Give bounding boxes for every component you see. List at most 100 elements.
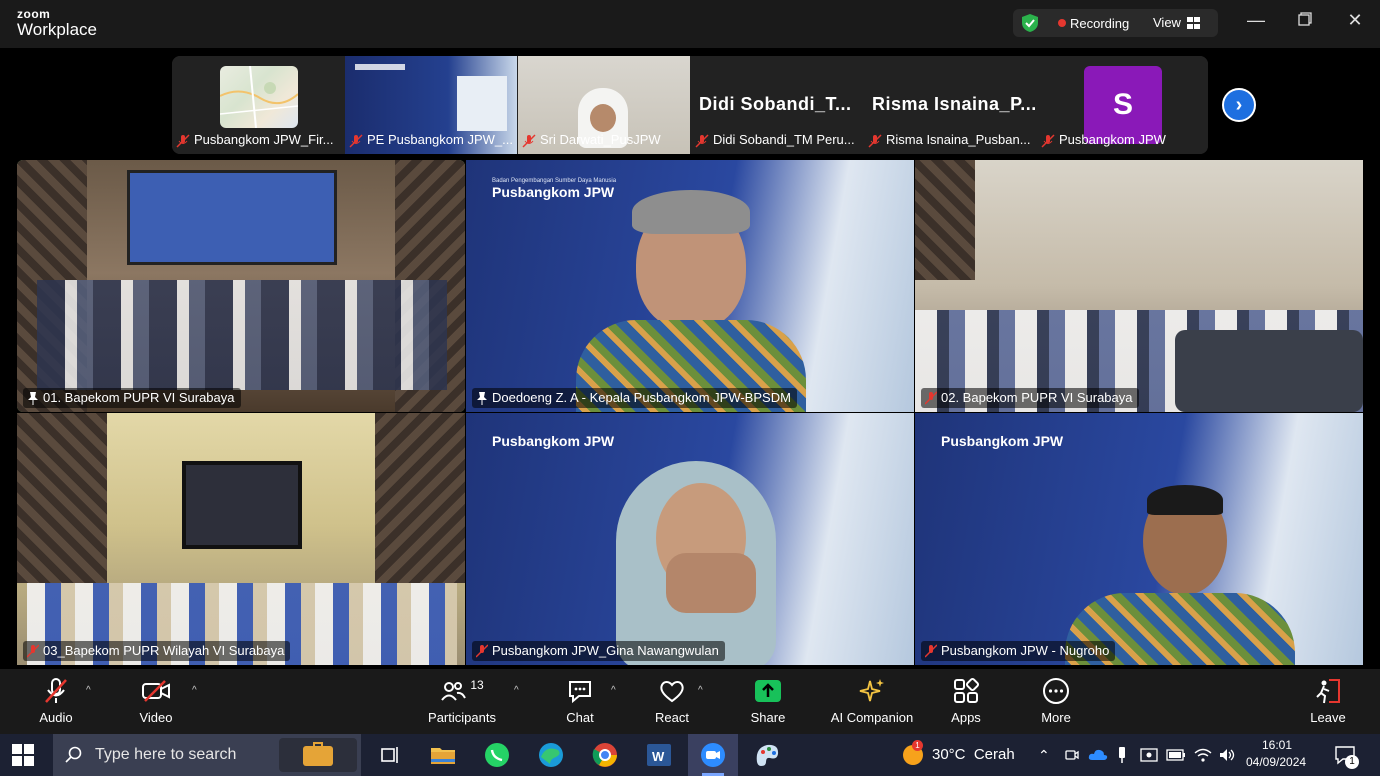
svg-text:W: W (652, 749, 665, 764)
onedrive-icon[interactable] (1088, 747, 1108, 763)
mic-off-icon (27, 644, 39, 658)
filmstrip-tile[interactable]: PE Pusbangkom JPW_... (345, 56, 517, 154)
minimize-icon[interactable]: — (1244, 10, 1268, 31)
word-icon[interactable]: W (644, 740, 674, 770)
apps-label: Apps (951, 710, 981, 725)
paint-icon[interactable] (752, 740, 782, 770)
tile-label-text: Pusbangkom JPW_Gina Nawangwulan (492, 643, 719, 658)
mic-muted-icon (45, 678, 67, 703)
restore-icon[interactable] (1293, 10, 1317, 31)
more-label: More (1041, 710, 1071, 725)
close-icon[interactable]: ✕ (1343, 10, 1367, 31)
participants-button[interactable]: 13 Participants (424, 677, 500, 729)
clock-date[interactable]: 04/09/2024 (1246, 755, 1306, 769)
briefcase-icon (279, 738, 357, 772)
participants-label: Participants (428, 710, 496, 725)
brand-bottom: Workplace (17, 20, 97, 39)
taskbar-search-box[interactable]: Type here to search (53, 734, 361, 776)
tile-label-text: 01. Bapekom PUPR VI Surabaya (43, 390, 235, 405)
react-caret-icon[interactable]: ^ (698, 685, 703, 696)
map-thumbnail (219, 65, 299, 129)
share-label: Share (750, 710, 786, 725)
mic-off-icon (925, 391, 937, 405)
task-view-icon[interactable] (376, 740, 406, 770)
windows-start-icon[interactable] (12, 744, 34, 766)
tile-label-text: Pusbangkom JPW - Nugroho (941, 643, 1110, 658)
filmstrip-tile[interactable]: Risma Isnaina_P... Risma Isnaina_Pusban.… (864, 56, 1036, 154)
filmstrip: Pusbangkom JPW_Fir... PE Pusbangkom JPW_… (172, 56, 1208, 154)
banner-title: Pusbangkom JPW (941, 433, 1064, 449)
title-bar: zoom Workplace Recording View — ✕ (0, 0, 1380, 48)
tray-chevron-up-icon[interactable]: ⌃ (1038, 747, 1050, 764)
search-placeholder: Type here to search (95, 746, 237, 763)
video-feed: Pusbangkom JPW (915, 413, 1363, 665)
banner-title: Pusbangkom JPW (492, 184, 615, 200)
meet-now-icon[interactable] (1064, 747, 1080, 763)
share-screen-icon (755, 680, 781, 702)
clock-time[interactable]: 16:01 (1262, 738, 1292, 752)
share-button[interactable]: Share (746, 677, 790, 729)
tile-label-text: 03_Bapekom PUPR Wilayah VI Surabaya (43, 643, 285, 658)
video-feed (915, 160, 1363, 412)
video-options-caret-icon[interactable]: ^ (192, 685, 197, 696)
filmstrip-tile[interactable]: S Pusbangkom JPW (1037, 56, 1208, 154)
participants-caret-icon[interactable]: ^ (514, 685, 519, 696)
more-button[interactable]: More (1034, 677, 1078, 729)
zoom-taskbar-active[interactable] (688, 734, 738, 776)
chrome-icon[interactable] (590, 740, 620, 770)
whatsapp-icon[interactable] (482, 740, 512, 770)
video-tile[interactable]: 03_Bapekom PUPR Wilayah VI Surabaya (17, 413, 465, 665)
windows-taskbar: Type here to search W 1 30°C Cerah ⌃ 16:… (0, 734, 1380, 776)
ai-companion-label: AI Companion (830, 710, 914, 725)
audio-options-caret-icon[interactable]: ^ (86, 685, 91, 696)
video-off-icon (142, 680, 170, 702)
chat-button[interactable]: Chat (560, 677, 600, 729)
react-button[interactable]: React (650, 677, 694, 729)
filmstrip-tile[interactable]: Didi Sobandi_T... Didi Sobandi_TM Peru..… (691, 56, 863, 154)
grid-view-icon[interactable] (1187, 17, 1200, 29)
tile-label: Doedoeng Z. A - Kepala Pusbangkom JPW-BP… (472, 388, 797, 408)
file-explorer-icon[interactable] (428, 740, 458, 770)
recording-label: Recording (1070, 16, 1130, 31)
filmstrip-label: Risma Isnaina_Pusban... (886, 132, 1031, 147)
security-center-icon[interactable] (1140, 747, 1158, 763)
battery-icon[interactable] (1166, 749, 1186, 761)
apps-button[interactable]: Apps (944, 677, 988, 729)
weather-widget[interactable]: 1 30°C Cerah (898, 740, 1028, 770)
tile-label: 03_Bapekom PUPR Wilayah VI Surabaya (23, 641, 291, 661)
leave-button[interactable]: Leave (1306, 677, 1350, 729)
filmstrip-tile[interactable]: Sri Darwati_PusJPW (518, 56, 690, 154)
wifi-icon[interactable] (1194, 747, 1212, 763)
audio-button[interactable]: Audio (32, 677, 80, 729)
filmstrip-label: Pusbangkom JPW_Fir... (194, 132, 334, 147)
next-page-button[interactable]: › (1222, 88, 1256, 122)
video-tile[interactable]: Pusbangkom JPW Pusbangkom JPW - Nugroho (915, 413, 1363, 665)
pin-icon (28, 392, 38, 405)
video-tile[interactable]: 01. Bapekom PUPR VI Surabaya (17, 160, 465, 412)
view-button[interactable]: View (1153, 15, 1181, 30)
react-label: React (655, 710, 689, 725)
leave-label: Leave (1310, 710, 1346, 725)
ai-companion-button[interactable]: AI Companion (826, 677, 918, 729)
tile-label: Pusbangkom JPW_Gina Nawangwulan (472, 641, 725, 661)
chat-icon (569, 681, 591, 704)
usb-device-icon[interactable] (1116, 746, 1128, 764)
edge-icon[interactable] (536, 740, 566, 770)
filmstrip-label: PE Pusbangkom JPW_... (367, 132, 513, 147)
video-tile[interactable]: Pusbangkom JPW Pusbangkom JPW_Gina Nawan… (466, 413, 914, 665)
participants-icon (441, 682, 467, 701)
volume-icon[interactable] (1218, 747, 1236, 763)
video-tile[interactable]: Badan Pengembangan Sumber Daya Manusia P… (466, 160, 914, 412)
tile-label-text: Doedoeng Z. A - Kepala Pusbangkom JPW-BP… (492, 390, 791, 405)
mic-off-icon (476, 644, 488, 658)
chat-label: Chat (566, 710, 594, 725)
shield-icon[interactable] (1021, 13, 1039, 33)
video-tile[interactable]: 02. Bapekom PUPR VI Surabaya (915, 160, 1363, 412)
recording-pill[interactable]: Recording View (1013, 9, 1218, 37)
weather-badge: 1 (912, 740, 923, 751)
chat-caret-icon[interactable]: ^ (611, 685, 616, 696)
participants-count: 13 (470, 678, 484, 692)
recording-dot-icon (1058, 19, 1066, 27)
video-button[interactable]: Video (132, 677, 180, 729)
filmstrip-tile[interactable]: Pusbangkom JPW_Fir... (172, 56, 344, 154)
